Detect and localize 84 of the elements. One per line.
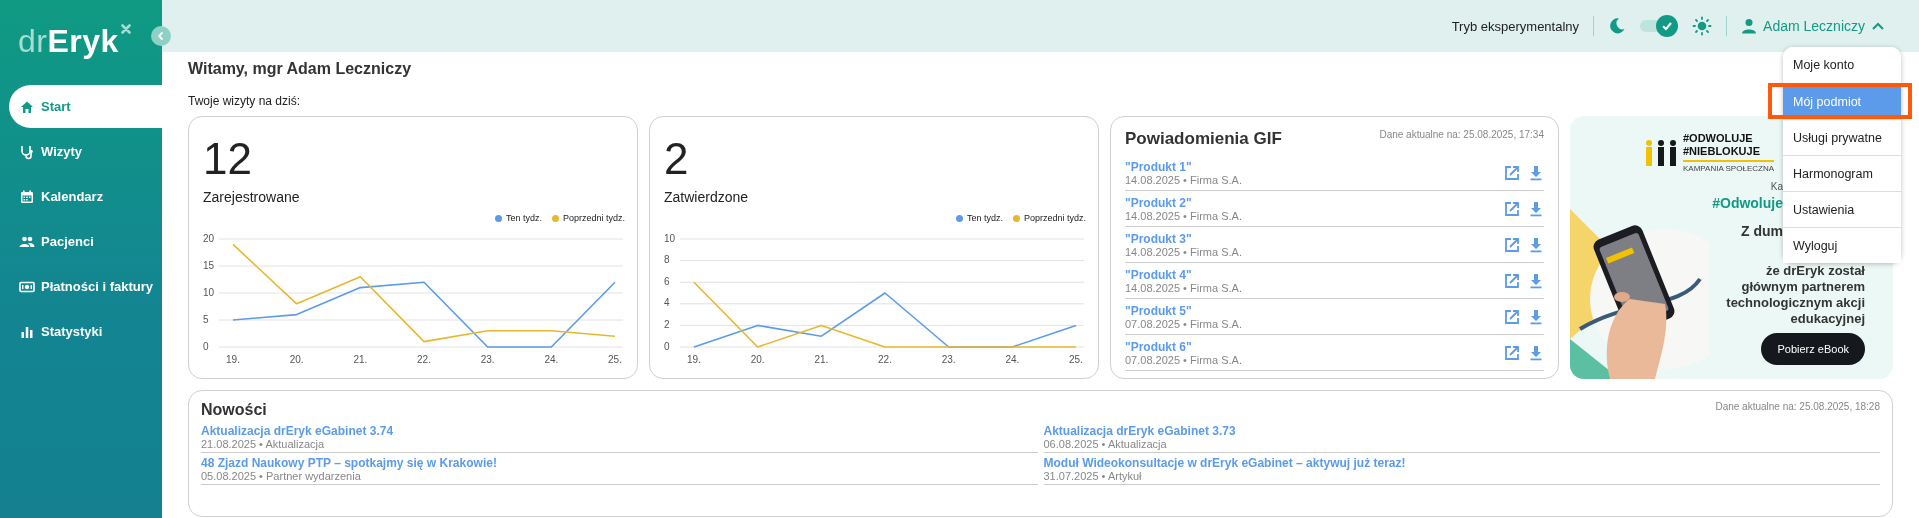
item-meta: 07.08.2025 • Firma S.A. bbox=[1125, 353, 1242, 366]
visits-subtitle: Twoje wizyty na dziś: bbox=[188, 94, 301, 108]
product-link[interactable]: "Produkt 1" bbox=[1125, 159, 1192, 174]
y-tick-label: 0 bbox=[203, 340, 209, 352]
hashtag: #ODWOLUJE bbox=[1683, 132, 1753, 145]
x-tick-label: 19. bbox=[687, 354, 701, 365]
product-link[interactable]: "Produkt 2" bbox=[1125, 195, 1192, 210]
product-link[interactable]: "Produkt 4" bbox=[1125, 267, 1192, 282]
x-tick-label: 21. bbox=[353, 354, 368, 365]
stat-label: Zatwierdzone bbox=[664, 189, 749, 205]
x-tick-label: 25. bbox=[608, 354, 622, 365]
item-meta: 06.08.2025 • Aktualizacja bbox=[1043, 437, 1167, 450]
nav-item[interactable]: Start bbox=[9, 85, 162, 128]
hashtag: #NIEBLOKUJE bbox=[1683, 144, 1761, 158]
y-tick-label: 2 bbox=[664, 319, 670, 331]
legend-label: Poprzedni tydz. bbox=[1023, 213, 1086, 223]
x-tick-label: 23. bbox=[480, 354, 495, 365]
banner-text: Ka bbox=[1770, 180, 1783, 195]
legend-label: Ten tydz. bbox=[505, 213, 542, 223]
banner-text: technologicznym akcji bbox=[1726, 295, 1865, 312]
nav-item[interactable]: Kalendarz bbox=[9, 175, 162, 218]
legend-label: Poprzedni tydz. bbox=[562, 213, 625, 223]
item-meta: 31.07.2025 • Artykuł bbox=[1043, 469, 1142, 482]
item-meta: 14.08.2025 • Firma S.A. bbox=[1125, 173, 1242, 186]
download-ebook-button[interactable]: Pobierz eBook bbox=[1761, 333, 1865, 366]
x-tick-label: 23. bbox=[941, 354, 956, 365]
x-tick-label: 21. bbox=[814, 354, 829, 365]
stat-label: Zarejestrowane bbox=[203, 189, 300, 205]
x-tick-label: 20. bbox=[750, 354, 765, 365]
product-link[interactable]: "Produkt 5" bbox=[1125, 303, 1192, 318]
y-tick-label: 20 bbox=[203, 232, 215, 244]
x-tick-label: 24. bbox=[1005, 354, 1020, 365]
x-tick-label: 25. bbox=[1069, 354, 1083, 365]
banner-text: że drEryk został bbox=[1766, 263, 1865, 280]
product-link[interactable]: "Produkt 6" bbox=[1125, 339, 1192, 354]
stat-count: 2 bbox=[664, 137, 689, 181]
item-meta: 21.08.2025 • Aktualizacja bbox=[201, 437, 325, 450]
x-tick-label: 19. bbox=[226, 354, 240, 365]
news-link[interactable]: Moduł Wideokonsultacje w drEryk eGabinet – aktywuj już teraz! bbox=[1043, 455, 1406, 470]
product-link[interactable]: "Produkt 3" bbox=[1125, 231, 1192, 246]
x-tick-label: 24. bbox=[544, 354, 559, 365]
logo: drEryk bbox=[18, 23, 119, 60]
menu-item[interactable]: Harmonogram bbox=[1783, 155, 1901, 191]
x-tick-label: 20. bbox=[289, 354, 304, 365]
news-link[interactable]: 48 Zjazd Naukowy PTP – spotkajmy się w Krakowie! bbox=[201, 455, 497, 470]
item-meta: 14.08.2025 • Firma S.A. bbox=[1125, 245, 1242, 258]
banner-text: edukacyjnej bbox=[1790, 311, 1865, 328]
banner-text: #Odwoluje bbox=[1712, 195, 1783, 212]
card-title: Nowości bbox=[201, 401, 267, 419]
y-tick-label: 15 bbox=[203, 259, 215, 271]
y-tick-label: 5 bbox=[203, 313, 209, 325]
welcome-heading: Witamy, mgr Adam Leczniczy bbox=[188, 60, 412, 79]
user-menu-button[interactable]: Adam Leczniczy bbox=[1741, 18, 1885, 34]
item-meta: 14.08.2025 • Firma S.A. bbox=[1125, 281, 1242, 294]
news-link[interactable]: Aktualizacja drEryk eGabinet 3.74 bbox=[201, 423, 394, 438]
menu-item[interactable]: Wyloguj bbox=[1783, 227, 1901, 263]
legend-label: Ten tydz. bbox=[966, 213, 1003, 223]
campaign-label: KAMPANIA SPOŁECZNA bbox=[1683, 160, 1774, 174]
x-tick-label: 22. bbox=[878, 354, 892, 365]
nav-item[interactable]: Płatności i faktury bbox=[9, 265, 162, 308]
item-meta: 14.08.2025 • Firma S.A. bbox=[1125, 209, 1242, 222]
menu-item[interactable]: Usługi prywatne bbox=[1783, 119, 1901, 155]
item-meta: 07.08.2025 • Firma S.A. bbox=[1125, 317, 1242, 330]
y-tick-label: 10 bbox=[203, 286, 215, 298]
stat-count: 12 bbox=[203, 137, 252, 181]
experimental-mode-label: Tryb eksperymentalny bbox=[1451, 18, 1580, 34]
menu-item[interactable]: Ustawienia bbox=[1783, 191, 1901, 227]
banner-text: Z dum bbox=[1741, 223, 1783, 240]
y-tick-label: 10 bbox=[664, 232, 676, 244]
banner-text: głównym partnerem bbox=[1741, 279, 1865, 296]
nav-item[interactable]: Wizyty bbox=[9, 130, 162, 173]
y-tick-label: 4 bbox=[664, 297, 670, 309]
y-tick-label: 8 bbox=[664, 254, 670, 266]
menu-item[interactable]: Moje konto bbox=[1783, 47, 1901, 83]
x-tick-label: 22. bbox=[417, 354, 431, 365]
news-link[interactable]: Aktualizacja drEryk eGabinet 3.73 bbox=[1043, 423, 1236, 438]
nav-item[interactable]: Statystyki bbox=[9, 310, 162, 353]
y-tick-label: 0 bbox=[664, 340, 670, 352]
update-timestamp: Dane aktualne na: 25.08.2025, 18:28 bbox=[1715, 401, 1880, 412]
card-title: Powiadomienia GIF bbox=[1125, 129, 1282, 149]
update-timestamp: Dane aktualne na: 25.08.2025, 17:34 bbox=[1379, 129, 1544, 140]
y-tick-label: 6 bbox=[664, 275, 670, 287]
item-meta: 05.08.2025 • Partner wydarzenia bbox=[201, 469, 361, 482]
nav-item[interactable]: Pacjenci bbox=[9, 220, 162, 263]
